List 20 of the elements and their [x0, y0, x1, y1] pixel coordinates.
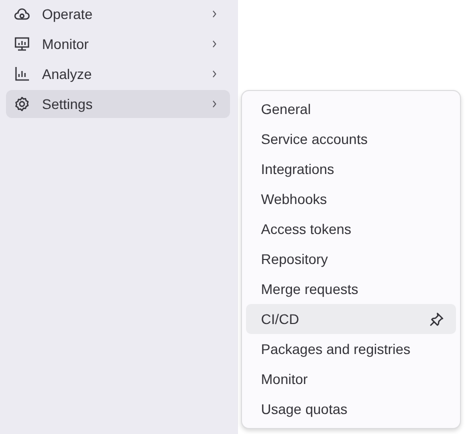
sidebar-item[interactable]: Settings — [6, 90, 230, 118]
menu-item[interactable]: Packages and registries — [246, 334, 456, 364]
menu-item[interactable]: CI/CD — [246, 304, 456, 334]
menu-item[interactable]: Webhooks — [246, 184, 456, 214]
menu-item[interactable]: Service accounts — [246, 124, 456, 154]
menu-item[interactable]: General — [246, 94, 456, 124]
pin-icon[interactable] — [429, 312, 444, 326]
menu-item[interactable]: Monitor — [246, 364, 456, 394]
sidebar-item[interactable]: Monitor — [6, 30, 230, 58]
cloud-icon — [14, 6, 30, 22]
menu-item[interactable]: Integrations — [246, 154, 456, 184]
menu-item[interactable]: Usage quotas — [246, 394, 456, 424]
sidebar-item[interactable]: Operate — [6, 0, 230, 28]
gear-icon — [14, 96, 30, 112]
menu-item[interactable]: Merge requests — [246, 274, 456, 304]
monitor-icon — [14, 36, 30, 52]
sidebar-item[interactable]: Analyze — [6, 60, 230, 88]
menu-item[interactable]: Repository — [246, 244, 456, 274]
menu-item[interactable]: Access tokens — [246, 214, 456, 244]
bar-chart-icon — [14, 66, 30, 82]
